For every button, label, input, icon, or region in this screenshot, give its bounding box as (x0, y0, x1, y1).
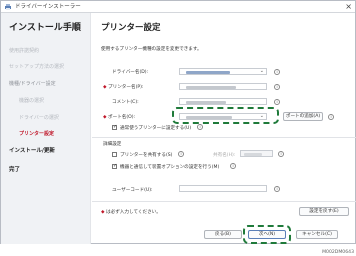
page-description: 使用するプリンター機種の設定を変更できます。 (101, 47, 202, 52)
printer-app-icon (5, 4, 11, 10)
info-icon[interactable]: i (197, 124, 203, 130)
info-icon[interactable]: i (278, 151, 284, 157)
detail-heading: 詳細設定 (103, 142, 122, 147)
printer-name-label: ◆ プリンター名(P): (103, 85, 144, 90)
cancel-button[interactable]: キャンセル(C) (296, 230, 338, 239)
user-code-label: ユーザーコード(U): (112, 188, 153, 193)
step-printer-settings: プリンター設定 (19, 131, 55, 137)
main-panel: プリンター設定 使用するプリンター機種の設定を変更できます。 ドライバー名(D)… (92, 13, 356, 244)
port-highlight-frame (172, 107, 279, 124)
step-select-device: 機器の選択 (19, 98, 45, 104)
required-note: ◆ は必ず入力してください。 (101, 210, 161, 215)
info-icon[interactable]: i (274, 84, 280, 90)
auto-option-checkbox[interactable]: ✓ (112, 164, 117, 169)
step-model-driver: 機種/ドライバー設定 (9, 81, 56, 87)
step-select-driver: ドライバーの選択 (19, 115, 59, 121)
printer-name-input[interactable] (179, 83, 267, 90)
next-highlight-frame (243, 225, 291, 244)
auto-option-label: 機器と通信して装置オプションの設定を行う(M) (120, 165, 220, 170)
share-name-label: 共有名(H): (213, 153, 236, 158)
share-printer-checkbox[interactable] (112, 152, 117, 157)
steps-sidebar: インストール手順 使用許諾契約 セットアップ方法の選択 機種/ドライバー設定 機… (1, 13, 91, 244)
user-code-input[interactable] (179, 185, 267, 192)
sidebar-title: インストール手順 (9, 23, 81, 33)
step-complete: 完了 (9, 167, 21, 173)
section-divider (92, 201, 356, 202)
back-button[interactable]: 戻る(B) (204, 230, 242, 239)
info-icon[interactable]: i (230, 163, 236, 169)
comment-input[interactable] (179, 98, 267, 105)
driver-name-label: ドライバー名(D): (112, 70, 149, 75)
step-license: 使用許諾契約 (9, 48, 40, 54)
default-printer-checkbox[interactable]: ✓ (112, 125, 117, 130)
driver-name-value-redacted (186, 70, 230, 74)
share-name-input[interactable] (240, 150, 273, 157)
page-title: プリンター設定 (101, 23, 161, 33)
info-icon[interactable]: i (328, 114, 334, 120)
window-title: ドライバーインストーラー (15, 4, 81, 10)
default-printer-label: 通常使うプリンターに設定する(U) (120, 126, 192, 131)
step-install-update: インストール/更新 (9, 148, 55, 154)
info-icon[interactable]: i (274, 186, 280, 192)
driver-name-select[interactable]: ⌄ (179, 68, 267, 75)
installer-window: ドライバーインストーラー × インストール手順 使用許諾契約 セットアップ方法の… (0, 0, 356, 244)
printer-name-value-redacted (186, 85, 236, 89)
info-icon[interactable]: i (274, 69, 280, 75)
info-icon[interactable]: i (274, 99, 280, 105)
comment-label: コメント(C): (112, 100, 139, 105)
title-bar: ドライバーインストーラー × (1, 1, 355, 13)
image-code: M002DM0643 (322, 250, 354, 255)
chevron-down-icon: ⌄ (259, 68, 264, 74)
step-setup-method: セットアップ方法の選択 (9, 64, 65, 70)
section-divider (92, 137, 356, 138)
port-label: ◆ ポート名(O): (103, 115, 136, 120)
share-printer-label: プリンターを共有する(S) (120, 153, 173, 158)
share-name-value-redacted (244, 152, 262, 156)
comment-value-redacted (186, 100, 226, 104)
close-icon[interactable]: × (345, 1, 352, 12)
info-icon[interactable]: i (178, 151, 184, 157)
add-port-button[interactable]: ポートの追加(A) (283, 112, 323, 121)
restore-settings-button[interactable]: 設定を戻す(E) (299, 207, 349, 216)
